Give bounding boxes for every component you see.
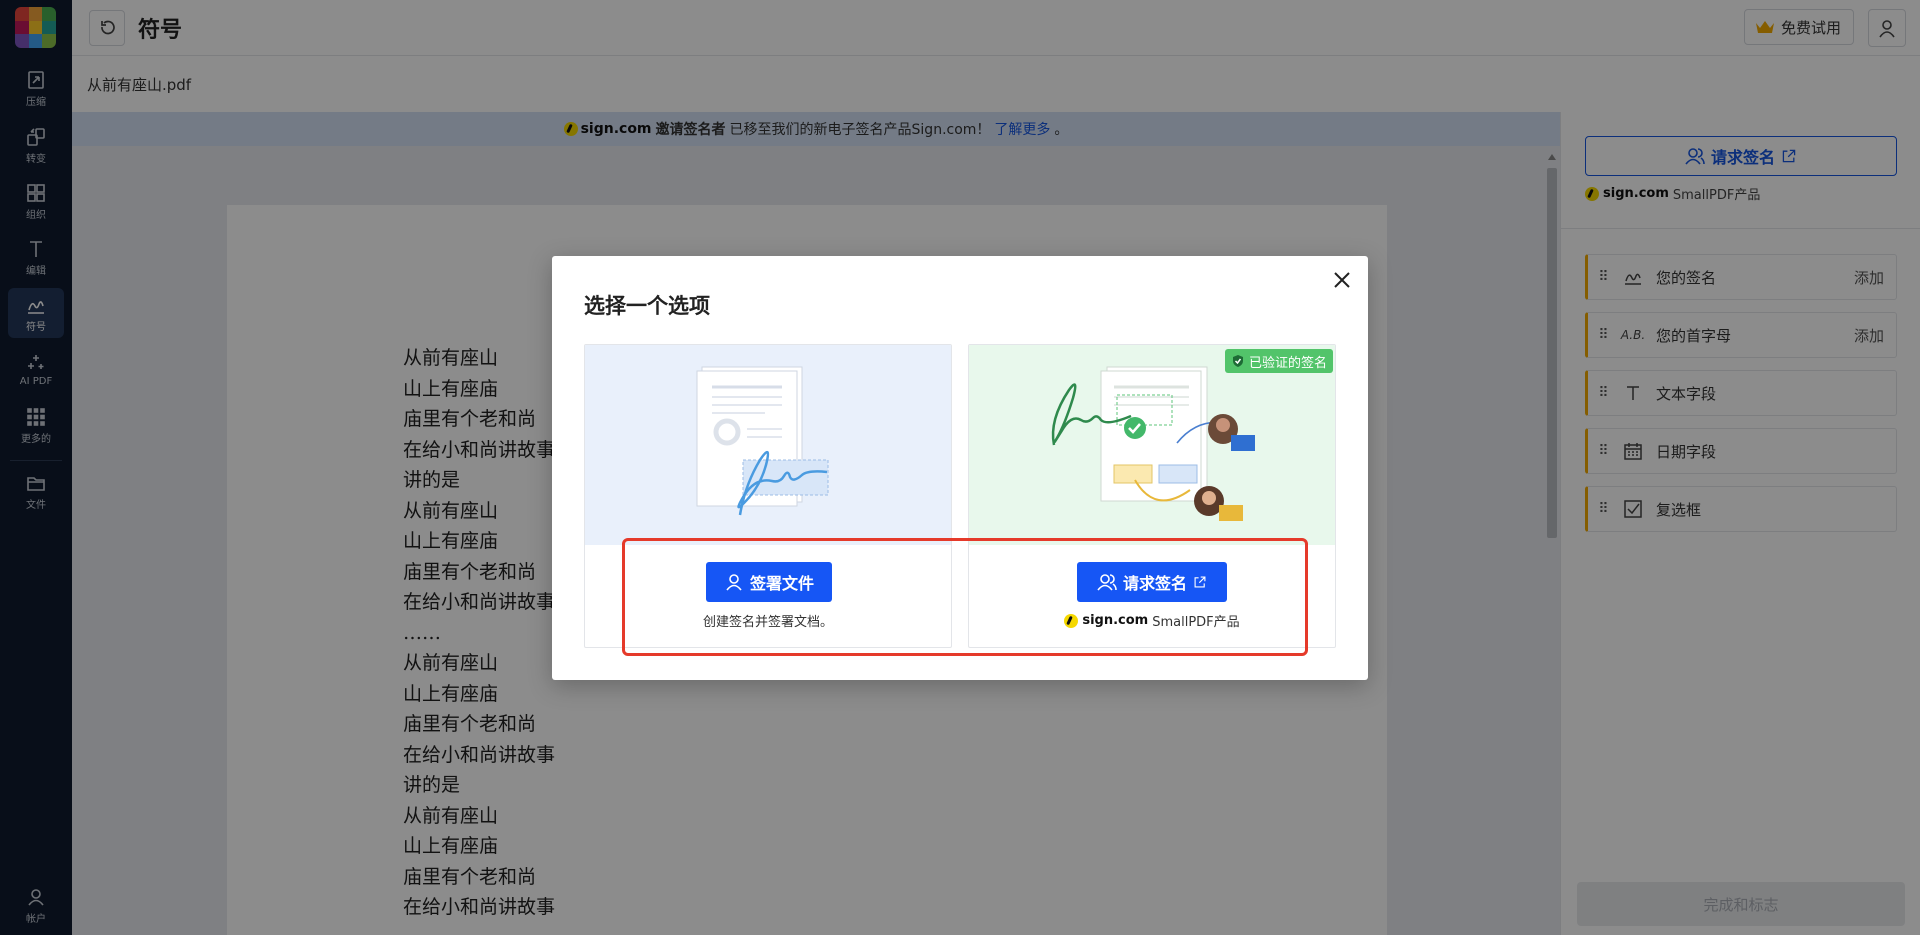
- request-signature-illustration: 已验证的签名: [969, 345, 1335, 545]
- close-icon: [1334, 272, 1350, 288]
- verified-signature-badge: 已验证的签名: [1224, 349, 1333, 373]
- shield-check-icon: [1232, 355, 1243, 367]
- close-button[interactable]: [1328, 266, 1356, 294]
- document-signature-illustration: [696, 366, 829, 516]
- verified-badge-label: 已验证的签名: [1248, 355, 1327, 371]
- sign-document-illustration: [585, 345, 951, 545]
- annotation-highlight: [622, 538, 1308, 656]
- request-signature-illustration-art: [1051, 366, 1255, 521]
- dialog-title: 选择一个选项: [584, 294, 710, 318]
